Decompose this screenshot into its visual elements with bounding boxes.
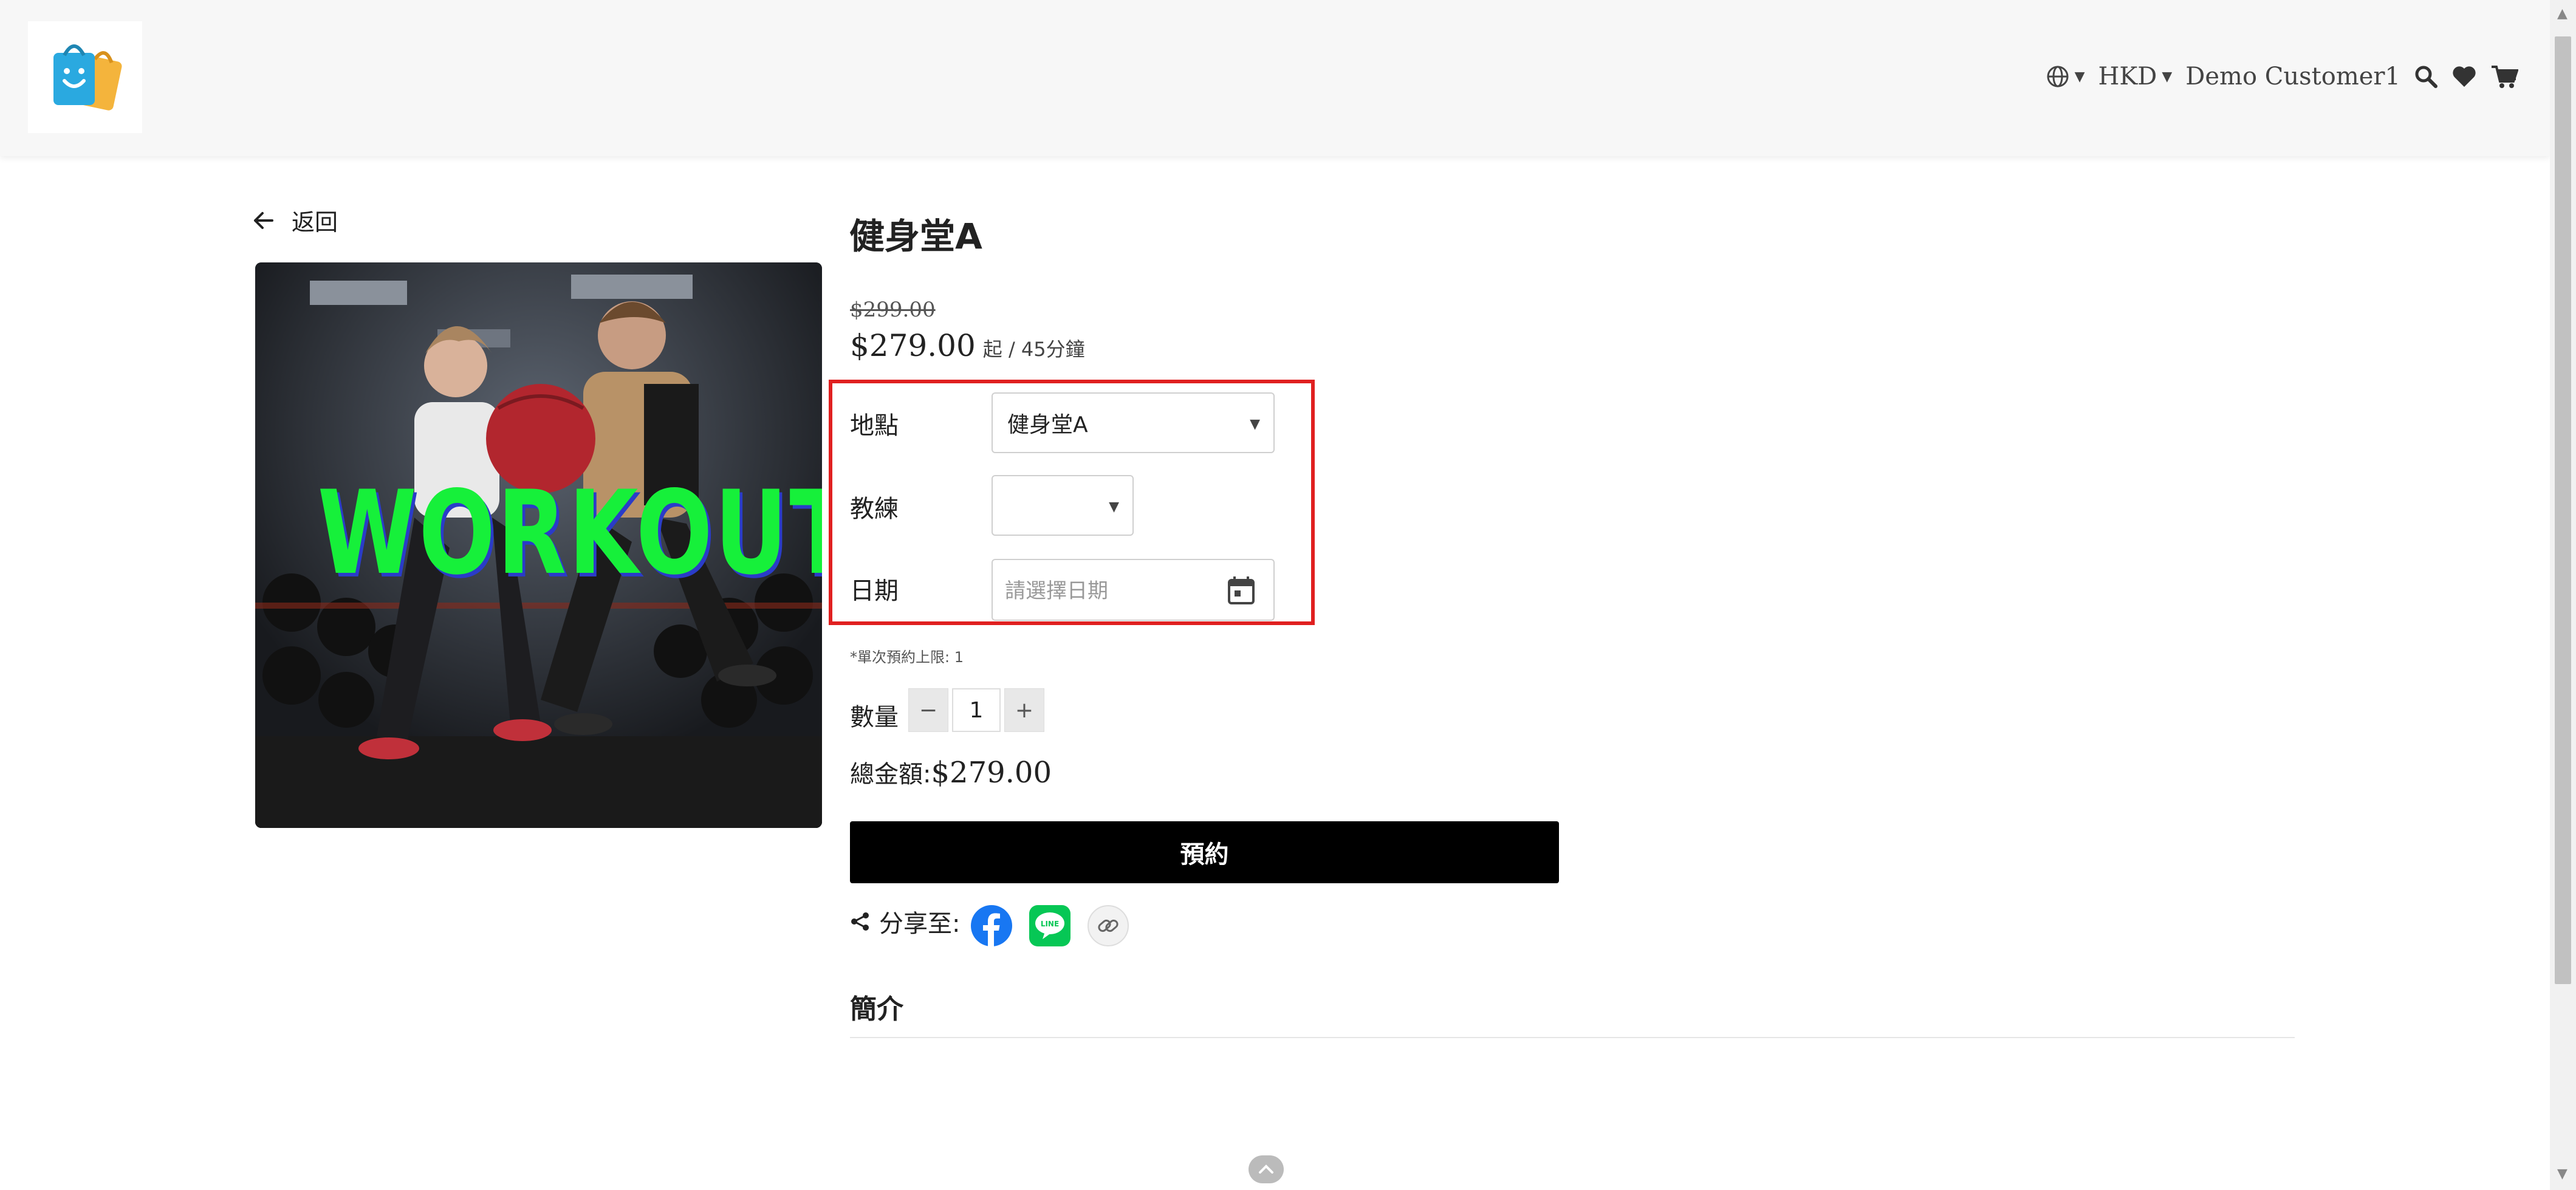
chevron-down-icon: ▼	[1109, 499, 1119, 515]
currency-selector[interactable]: HKD ▼	[2098, 63, 2173, 91]
link-icon	[1098, 919, 1118, 932]
intro-divider	[850, 1037, 2295, 1038]
quantity-stepper: − 1 +	[908, 688, 1044, 732]
book-button[interactable]: 預約	[850, 821, 1559, 883]
coach-select[interactable]: ▼	[992, 475, 1134, 536]
store-logo[interactable]	[28, 21, 142, 133]
cart-icon[interactable]	[2490, 64, 2518, 89]
price-row: $279.00 起 / 45分鐘	[850, 328, 1085, 363]
date-label: 日期	[850, 577, 899, 605]
scrollbar-thumb[interactable]	[2555, 36, 2571, 984]
calendar-icon[interactable]	[1227, 576, 1255, 605]
date-input[interactable]	[1004, 573, 1207, 609]
location-select[interactable]: 健身堂A ▼	[992, 392, 1275, 453]
svg-text:LINE: LINE	[1041, 920, 1059, 928]
share-buttons: LINE	[971, 905, 1129, 946]
facebook-share-button[interactable]	[971, 905, 1012, 946]
total-label: 總金額:	[850, 761, 931, 788]
location-label: 地點	[850, 412, 899, 440]
site-header: ▼ HKD ▼ Demo Customer1	[0, 0, 2550, 156]
date-field[interactable]	[992, 559, 1275, 621]
location-select-value: 健身堂A	[1007, 412, 1088, 437]
language-selector[interactable]: ▼	[2046, 64, 2085, 89]
quantity-value[interactable]: 1	[952, 688, 1001, 732]
heart-icon[interactable]	[2451, 64, 2477, 89]
arrow-left-icon	[254, 211, 273, 229]
currency-label: HKD	[2098, 63, 2157, 91]
quantity-increase-button[interactable]: +	[1004, 688, 1044, 732]
line-share-button[interactable]: LINE	[1029, 905, 1070, 946]
chevron-up-icon	[1259, 1164, 1273, 1174]
share-icon	[851, 912, 869, 931]
back-link[interactable]: 返回	[253, 203, 338, 237]
shopping-bags-logo-icon	[53, 44, 122, 111]
scroll-up-icon[interactable]: ▲	[2557, 6, 2567, 21]
coach-label: 教練	[850, 495, 899, 523]
back-label: 返回	[292, 209, 338, 236]
chevron-down-icon: ▼	[1250, 417, 1260, 432]
booking-limit-note: *單次預約上限: 1	[850, 649, 964, 666]
quantity-label: 數量	[850, 703, 899, 731]
page-scrollbar[interactable]: ▲ ▼	[2550, 0, 2576, 1190]
facebook-icon	[983, 913, 1000, 946]
product-title: 健身堂A	[849, 216, 982, 257]
price-suffix: 起 / 45分鐘	[982, 338, 1085, 361]
workout-overlay-text: WORKOUT	[317, 466, 822, 600]
header-actions: ▼ HKD ▼ Demo Customer1	[2046, 55, 2518, 98]
original-price: $299.00	[850, 298, 936, 322]
total-amount: $279.00	[931, 756, 1052, 790]
copy-link-button[interactable]	[1088, 905, 1129, 946]
quantity-decrease-button[interactable]: −	[908, 688, 948, 732]
chevron-down-icon: ▼	[2162, 69, 2173, 84]
account-link[interactable]: Demo Customer1	[2185, 63, 2400, 91]
total-row: 總金額: $279.00	[850, 754, 1052, 790]
share-label: 分享至:	[879, 910, 961, 938]
search-icon[interactable]	[2414, 64, 2438, 89]
share-row: 分享至:	[850, 904, 960, 939]
scroll-down-icon[interactable]: ▼	[2557, 1166, 2567, 1181]
line-icon: LINE	[1035, 912, 1064, 939]
back-to-top-button[interactable]	[1249, 1155, 1284, 1183]
chevron-down-icon: ▼	[2074, 69, 2085, 84]
product-image: WORKOUT	[255, 262, 822, 828]
intro-heading: 簡介	[850, 994, 903, 1025]
sale-price: $279.00	[850, 328, 976, 363]
globe-icon	[2047, 66, 2069, 87]
